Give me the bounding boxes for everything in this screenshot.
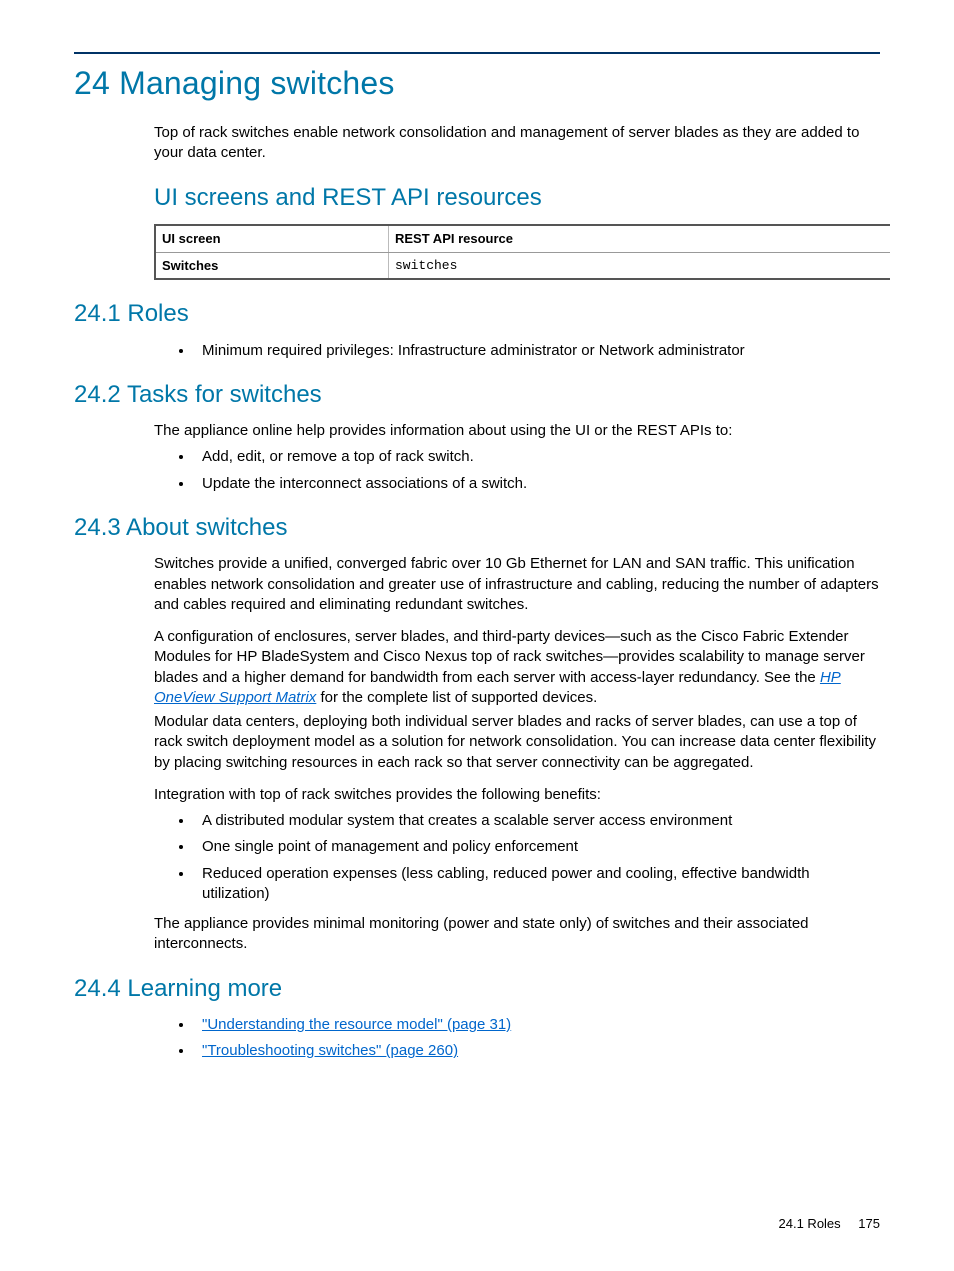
list-item: Add, edit, or remove a top of rack switc… (194, 447, 880, 467)
tasks-bullets: Add, edit, or remove a top of rack switc… (172, 447, 880, 494)
table-cell-rest: switches (389, 252, 891, 279)
table-row: Switches switches (155, 252, 890, 279)
about-p5: The appliance provides minimal monitorin… (154, 914, 880, 955)
document-page: 24 Managing switches Top of rack switche… (0, 0, 954, 1271)
chapter-intro: Top of rack switches enable network cons… (154, 123, 880, 164)
list-item: One single point of management and polic… (194, 837, 880, 857)
link-resource-model[interactable]: "Understanding the resource model" (page… (202, 1016, 511, 1033)
chapter-title: 24 Managing switches (74, 62, 880, 105)
about-bullets: A distributed modular system that create… (172, 811, 880, 904)
page-footer: 24.1 Roles 175 (779, 1215, 880, 1233)
link-troubleshooting[interactable]: "Troubleshooting switches" (page 260) (202, 1042, 458, 1059)
list-item: "Troubleshooting switches" (page 260) (194, 1041, 880, 1061)
tasks-intro: The appliance online help provides infor… (154, 421, 880, 441)
top-rule (74, 52, 880, 54)
about-p3: Modular data centers, deploying both ind… (154, 712, 880, 773)
list-item: "Understanding the resource model" (page… (194, 1015, 880, 1035)
table-header-ui: UI screen (155, 225, 389, 252)
list-item: A distributed modular system that create… (194, 811, 880, 831)
list-item: Reduced operation expenses (less cabling… (194, 864, 880, 905)
ui-rest-heading: UI screens and REST API resources (154, 182, 880, 214)
about-p1: Switches provide a unified, converged fa… (154, 554, 880, 615)
about-p4: Integration with top of rack switches pr… (154, 785, 880, 805)
about-p2a: A configuration of enclosures, server bl… (154, 628, 865, 686)
about-p2b: for the complete list of supported devic… (316, 689, 597, 706)
learning-bullets: "Understanding the resource model" (page… (172, 1015, 880, 1062)
about-heading: 24.3 About switches (74, 512, 880, 544)
table-cell-ui: Switches (155, 252, 389, 279)
roles-heading: 24.1 Roles (74, 298, 880, 330)
roles-bullets: Minimum required privileges: Infrastruct… (172, 341, 880, 361)
footer-page-number: 175 (858, 1216, 880, 1231)
list-item: Minimum required privileges: Infrastruct… (194, 341, 880, 361)
footer-section: 24.1 Roles (779, 1216, 841, 1231)
list-item: Update the interconnect associations of … (194, 474, 880, 494)
tasks-heading: 24.2 Tasks for switches (74, 379, 880, 411)
learning-heading: 24.4 Learning more (74, 973, 880, 1005)
table-header-rest: REST API resource (389, 225, 891, 252)
about-p2: A configuration of enclosures, server bl… (154, 627, 880, 708)
ui-rest-table: UI screen REST API resource Switches swi… (154, 224, 890, 280)
